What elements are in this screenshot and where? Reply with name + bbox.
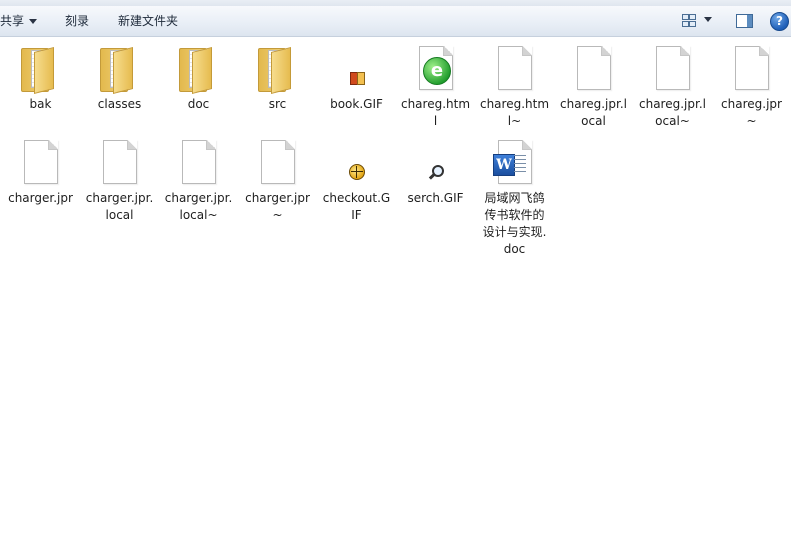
- file-name: chareg.html: [400, 97, 471, 128]
- file-name: charger.jpr.local: [85, 191, 154, 222]
- file-name: 局域网飞鸽传书软件的设计与实现.doc: [482, 191, 547, 256]
- chevron-down-icon: [29, 19, 38, 24]
- word-document-icon: W: [493, 140, 532, 184]
- new-folder-button[interactable]: 新建文件夹: [118, 6, 178, 36]
- blank-file-icon: [577, 46, 611, 90]
- file-item[interactable]: checkout.GIF: [317, 134, 396, 224]
- file-item[interactable]: charger.jpr.local~: [159, 134, 238, 224]
- file-name: serch.GIF: [407, 191, 464, 205]
- blank-file-icon: [735, 46, 769, 90]
- file-name: charger.jpr~: [245, 191, 310, 222]
- folder-icon: [179, 46, 213, 94]
- html-file-icon: e: [419, 46, 453, 90]
- file-name: chareg.jpr.local~: [639, 97, 706, 128]
- folder-icon: [258, 46, 292, 94]
- burn-button[interactable]: 刻录: [65, 6, 89, 36]
- blank-file-icon: [182, 140, 216, 184]
- file-item[interactable]: chareg.jpr~: [712, 40, 791, 130]
- file-item[interactable]: charger.jpr: [1, 134, 80, 207]
- file-item[interactable]: charger.jpr.local: [80, 134, 159, 224]
- blank-file-icon: [656, 46, 690, 90]
- basketball-icon: [349, 164, 365, 180]
- file-name: chareg.jpr.local: [560, 97, 627, 128]
- share-button[interactable]: 共享: [0, 6, 38, 36]
- file-item[interactable]: e chareg.html: [396, 40, 475, 130]
- folder-item[interactable]: classes: [80, 40, 159, 113]
- view-grid-icon: [682, 14, 696, 27]
- file-name: chareg.jpr~: [721, 97, 782, 128]
- preview-pane-icon[interactable]: [736, 14, 753, 28]
- file-item[interactable]: W 局域网飞鸽传书软件的设计与实现.doc: [475, 134, 554, 258]
- blank-file-icon: [24, 140, 58, 184]
- file-name: charger.jpr.local~: [164, 191, 233, 222]
- share-label: 共享: [0, 14, 25, 28]
- folder-icon: [100, 46, 134, 94]
- file-item[interactable]: chareg.jpr.local: [554, 40, 633, 130]
- file-name: checkout.GIF: [322, 191, 391, 222]
- book-icon: [349, 70, 365, 86]
- file-name: bak: [29, 97, 52, 111]
- file-item[interactable]: chareg.html~: [475, 40, 554, 130]
- chevron-down-icon: [704, 17, 712, 22]
- help-icon[interactable]: ?: [770, 12, 789, 31]
- file-list: bak classes doc src book.GIF e chareg.ht…: [0, 40, 791, 537]
- file-name: classes: [97, 97, 142, 111]
- blank-file-icon: [261, 140, 295, 184]
- folder-icon: [21, 46, 55, 94]
- file-item[interactable]: serch.GIF: [396, 134, 475, 207]
- command-bar: 共享 刻录 新建文件夹 ?: [0, 6, 791, 37]
- file-name: src: [268, 97, 287, 111]
- file-name: doc: [187, 97, 210, 111]
- file-name: book.GIF: [330, 97, 383, 111]
- magnifier-icon: [428, 164, 444, 180]
- file-item[interactable]: charger.jpr~: [238, 134, 317, 224]
- folder-item[interactable]: src: [238, 40, 317, 113]
- blank-file-icon: [103, 140, 137, 184]
- file-name: charger.jpr: [8, 191, 73, 205]
- change-view-button[interactable]: [680, 12, 716, 30]
- folder-item[interactable]: doc: [159, 40, 238, 113]
- folder-item[interactable]: bak: [1, 40, 80, 113]
- file-item[interactable]: chareg.jpr.local~: [633, 40, 712, 130]
- file-name: chareg.html~: [479, 97, 550, 128]
- file-item[interactable]: book.GIF: [317, 40, 396, 113]
- blank-file-icon: [498, 46, 532, 90]
